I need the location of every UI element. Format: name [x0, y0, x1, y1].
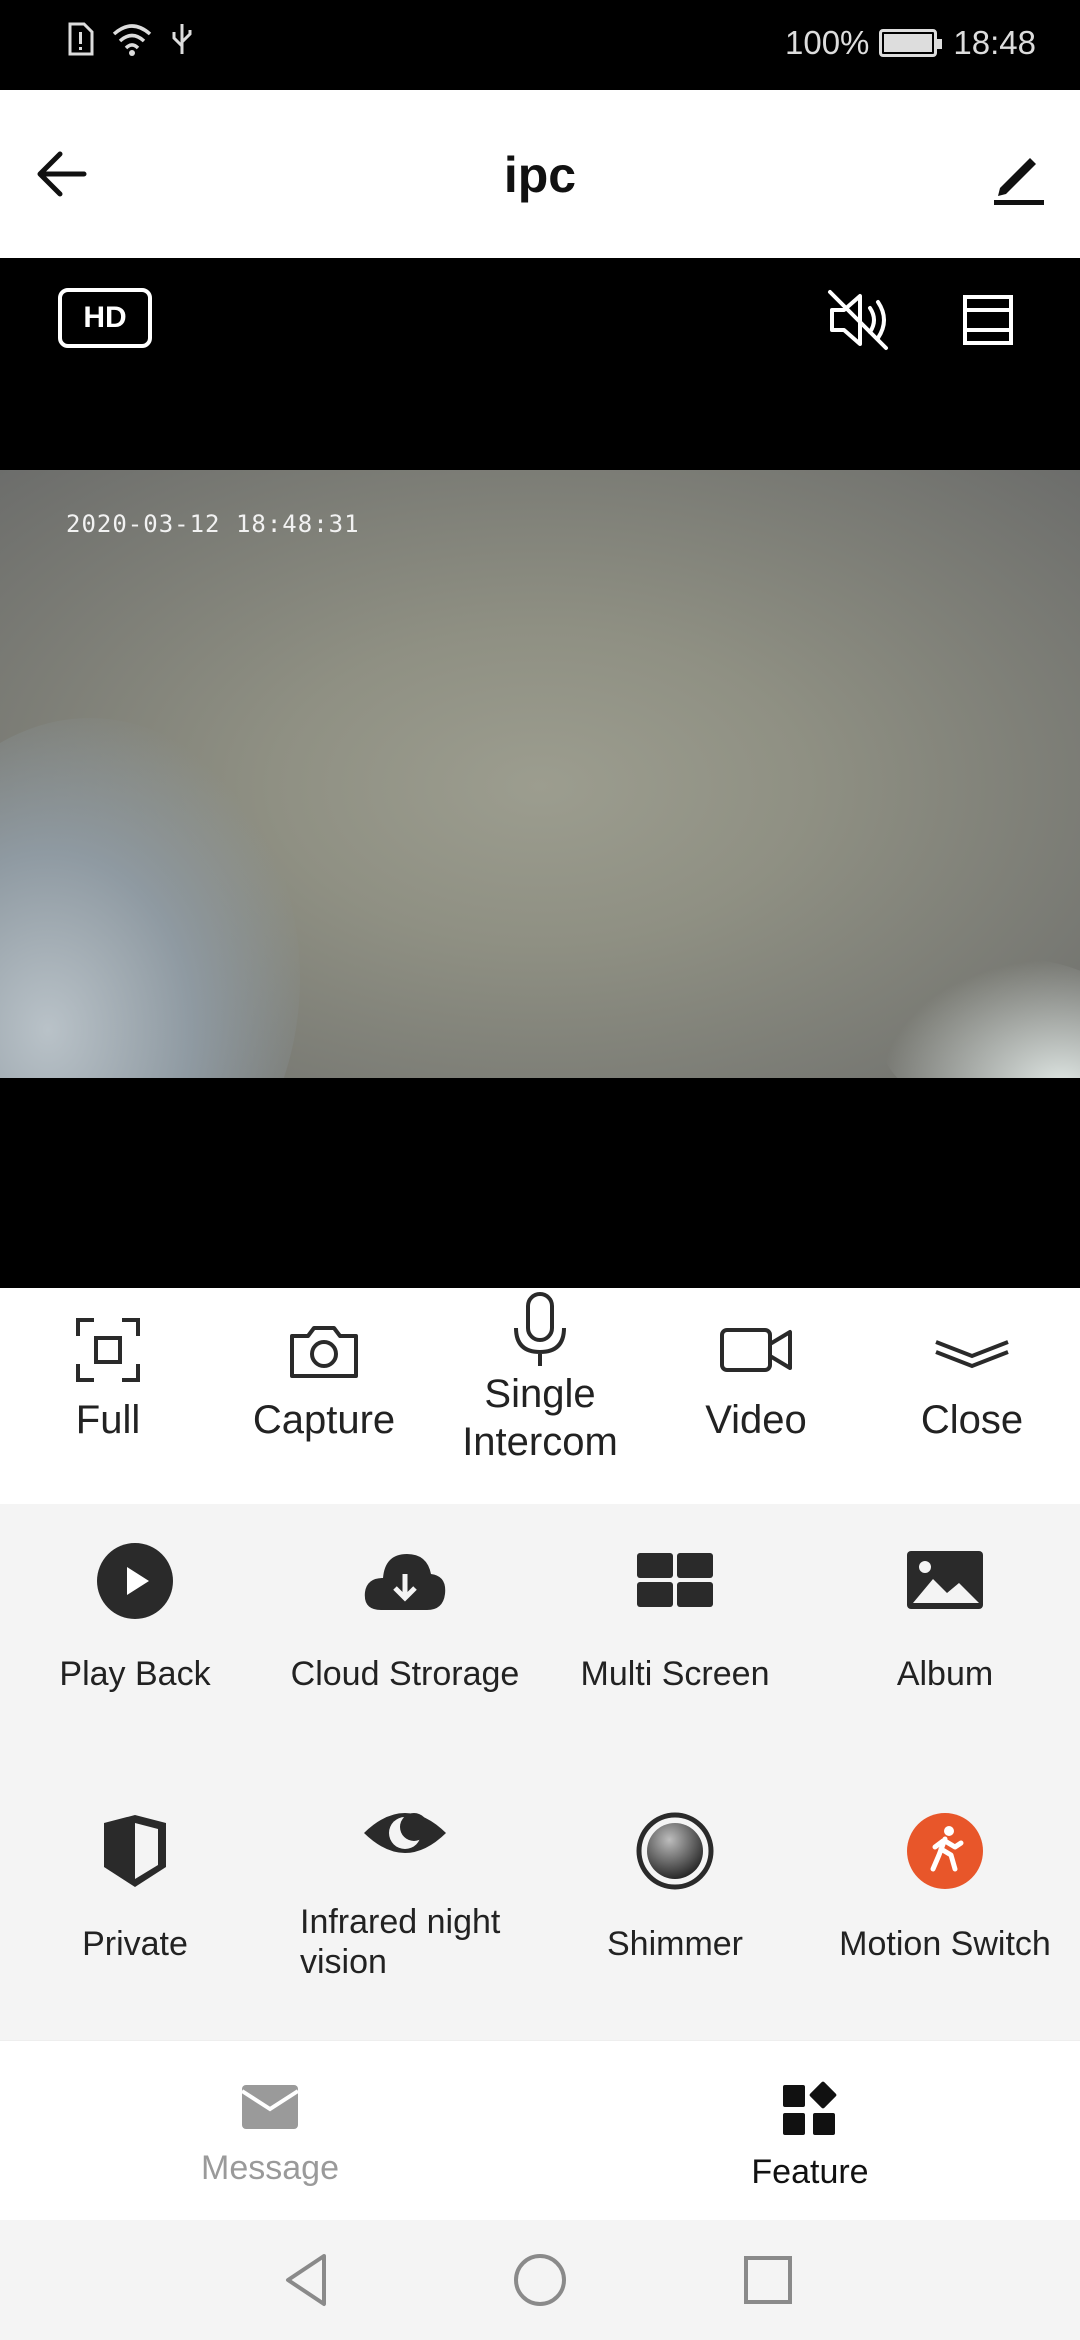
single-intercom-label: Single Intercom [462, 1372, 618, 1464]
private-button[interactable]: Private [0, 1794, 270, 2024]
microphone-icon [514, 1292, 566, 1366]
video-record-button[interactable]: Video [648, 1288, 864, 1504]
multi-screen-button[interactable]: Multi Screen [540, 1524, 810, 1754]
grid-icon [637, 1553, 713, 1607]
nav-recents-icon[interactable] [738, 2250, 798, 2310]
nav-home-icon[interactable] [510, 2250, 570, 2310]
clock: 18:48 [953, 24, 1036, 61]
play-back-button[interactable]: Play Back [0, 1524, 270, 1754]
play-back-label: Play Back [59, 1655, 211, 1693]
full-button[interactable]: Full [0, 1288, 216, 1504]
shield-icon [104, 1815, 166, 1887]
infrared-night-vision-label: Infrared night vision [300, 1903, 501, 1981]
fullscreen-icon [76, 1318, 140, 1382]
speaker-muted-icon[interactable] [826, 288, 894, 352]
multi-screen-label: Multi Screen [580, 1655, 770, 1693]
shimmer-button[interactable]: Shimmer [540, 1794, 810, 2024]
play-circle-icon [97, 1543, 173, 1619]
album-label: Album [896, 1655, 994, 1693]
single-intercom-button[interactable]: Single Intercom [432, 1288, 648, 1504]
shimmer-label: Shimmer [606, 1925, 744, 1963]
album-button[interactable]: Album [810, 1524, 1080, 1754]
system-nav-bar [0, 2220, 1080, 2340]
camera-feed[interactable]: 2020-03-12 18:48:31 [0, 470, 1080, 1078]
video-player[interactable]: HD 2020-03-12 18:48:31 [0, 258, 1080, 1288]
tab-message[interactable]: Message [0, 2041, 540, 2221]
camera-icon [290, 1326, 358, 1378]
nav-back-icon[interactable] [278, 2250, 338, 2310]
chevron-double-down-icon [935, 1340, 1009, 1369]
feature-grid: Play Back Cloud Strorage Multi Screen Al… [0, 1504, 1080, 2040]
capture-button[interactable]: Capture [216, 1288, 432, 1504]
screen-layout-icon[interactable] [960, 292, 1016, 348]
edit-pencil-icon[interactable] [986, 142, 1050, 206]
video-label: Video [705, 1398, 807, 1442]
bottom-tab-bar: Message Feature [0, 2040, 1080, 2220]
video-camera-icon [720, 1328, 792, 1372]
tab-feature[interactable]: Feature [540, 2041, 1080, 2221]
close-label: Close [920, 1398, 1024, 1442]
cloud-download-icon [364, 1554, 446, 1610]
walking-person-icon [907, 1813, 983, 1889]
shimmer-circle-icon [636, 1812, 714, 1890]
motion-switch-button[interactable]: Motion Switch [810, 1794, 1080, 2024]
battery-icon [879, 29, 943, 57]
feature-grid-icon [783, 2081, 837, 2135]
page-title: ipc [503, 147, 577, 203]
tab-feature-label: Feature [751, 2153, 869, 2191]
eye-moon-icon [364, 1813, 446, 1853]
tab-message-label: Message [201, 2149, 339, 2187]
video-timestamp: 2020-03-12 18:48:31 [66, 510, 360, 538]
motion-switch-label: Motion Switch [839, 1925, 1051, 1963]
battery-percent: 100% [785, 24, 870, 61]
image-icon [907, 1551, 983, 1609]
status-bar: 100% 18:48 [0, 0, 1080, 90]
close-panel-button[interactable]: Close [864, 1288, 1080, 1504]
envelope-icon [240, 2085, 300, 2129]
full-label: Full [75, 1398, 141, 1442]
usb-icon [172, 24, 192, 54]
hd-quality-button[interactable]: HD [58, 288, 152, 348]
sim-alert-icon [68, 22, 94, 56]
wifi-icon [112, 24, 152, 56]
cloud-storage-button[interactable]: Cloud Strorage [270, 1524, 540, 1754]
video-controls: Full Capture Single Intercom Video Close [0, 1288, 1080, 1504]
capture-label: Capture [252, 1398, 396, 1442]
cloud-storage-label: Cloud Strorage [290, 1655, 520, 1693]
app-header: ipc [0, 90, 1080, 258]
private-label: Private [82, 1925, 188, 1963]
infrared-night-vision-button[interactable]: Infrared night vision [270, 1776, 540, 2006]
